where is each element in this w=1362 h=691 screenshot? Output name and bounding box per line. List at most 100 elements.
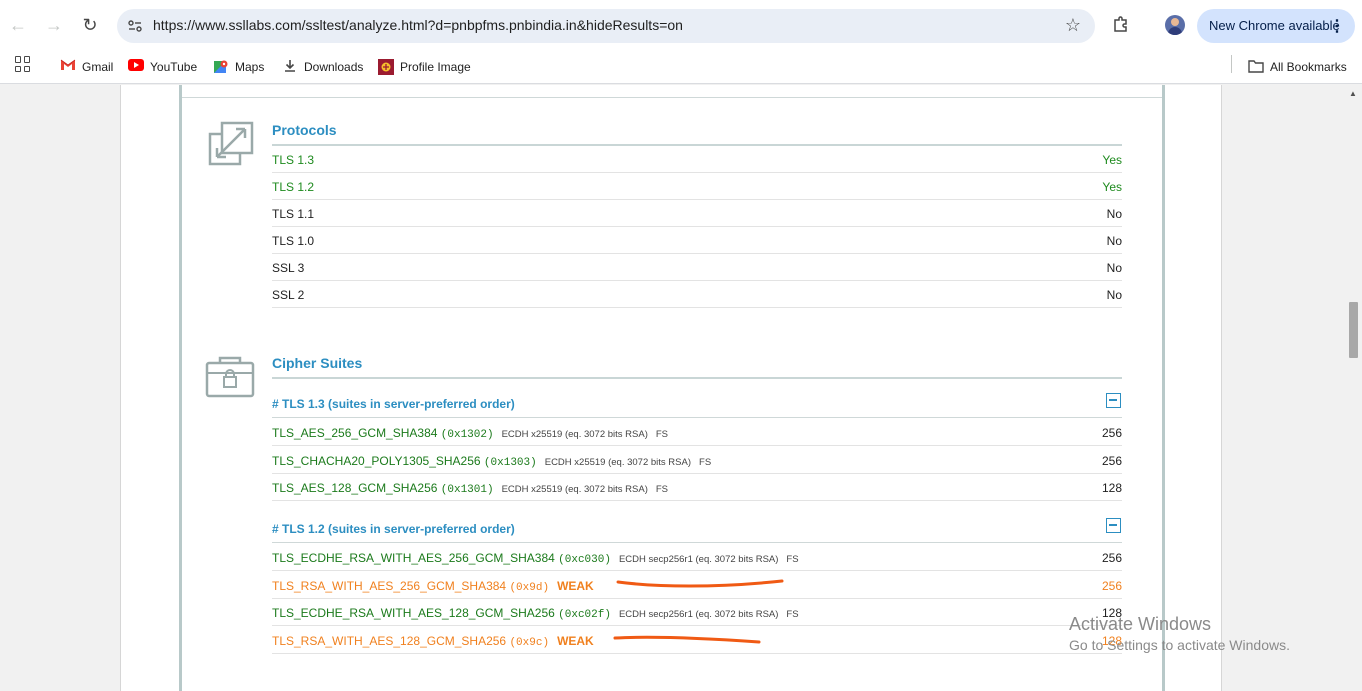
url-text[interactable]: https://www.ssllabs.com/ssltest/analyze.… — [153, 17, 683, 33]
cipher-strength-bits: 256 — [1101, 426, 1122, 440]
forward-secrecy-badge: FS — [786, 554, 799, 565]
cipher-suite-entry: TLS_AES_128_GCM_SHA256 (0x1301) ECDH x255… — [272, 481, 668, 496]
suite-name-text: TLS_ECDHE_RSA_WITH_AES_128_GCM_SHA256 — [272, 606, 555, 620]
key-exchange-text: ECDH x25519 (eq. 3072 bits RSA) — [501, 484, 648, 495]
back-arrow-icon[interactable]: ← — [6, 13, 30, 37]
tls-group-header: # TLS 1.3 (suites in server-preferred or… — [272, 390, 1122, 418]
protocol-row: TLS 1.1 No — [272, 200, 1122, 227]
protocol-support-value: Yes — [1102, 180, 1122, 194]
new-chrome-available-button[interactable]: New Chrome available ⋮ — [1197, 9, 1355, 43]
protocol-row: TLS 1.2 Yes — [272, 173, 1122, 200]
cipher-suite-row: TLS_ECDHE_RSA_WITH_AES_256_GCM_SHA384 (0… — [272, 544, 1122, 571]
protocol-name: SSL 3 — [272, 261, 305, 275]
more-menu-icon[interactable]: ⋮ — [1329, 16, 1345, 36]
protocol-row: TLS 1.3 Yes — [272, 146, 1122, 173]
browser-toolbar: ← → ↻ https://www.ssllabs.com/ssltest/an… — [0, 0, 1362, 50]
cipher-strength-bits: 128 — [1101, 606, 1122, 620]
annotation-underline-1 — [616, 579, 784, 588]
protocol-support-value: No — [1106, 234, 1122, 248]
bookmark-gmail[interactable]: Gmail — [60, 56, 113, 78]
weak-badge: WEAK — [557, 578, 594, 593]
protocol-row: SSL 3 No — [272, 254, 1122, 281]
key-exchange-text: ECDH secp256r1 (eq. 3072 bits RSA) — [618, 554, 779, 565]
suite-name-text: TLS_RSA_WITH_AES_128_GCM_SHA256 — [272, 633, 507, 648]
forward-arrow-icon[interactable]: → — [42, 13, 66, 37]
bookmark-downloads[interactable]: Downloads — [282, 56, 363, 78]
cipher-strength-bits: 256 — [1101, 578, 1122, 593]
suite-code-text: (0xc030) — [558, 554, 611, 566]
scroll-up-arrow-icon[interactable]: ▲ — [1349, 89, 1357, 98]
tls-group-heading[interactable]: # TLS 1.3 (suites in server-preferred or… — [272, 397, 515, 411]
reload-icon[interactable]: ↻ — [78, 13, 102, 37]
cipher-suite-row: TLS_AES_256_GCM_SHA384 (0x1302) ECDH x255… — [272, 419, 1122, 446]
forward-secrecy-badge: FS — [699, 456, 712, 468]
suite-name-text: TLS_CHACHA20_POLY1305_SHA256 — [272, 453, 481, 468]
apps-grid-icon[interactable] — [15, 56, 31, 72]
protocol-support-value: No — [1106, 207, 1122, 221]
key-exchange-text: ECDH x25519 (eq. 3072 bits RSA) — [501, 429, 648, 440]
cipher-suites-rule — [272, 377, 1122, 379]
cipher-strength-bits: 128 — [1101, 633, 1122, 648]
cipher-strength-bits: 256 — [1101, 551, 1122, 565]
cipher-suite-entry: TLS_RSA_WITH_AES_256_GCM_SHA384 (0x9d) WE… — [272, 579, 594, 594]
panel-divider — [182, 97, 1162, 98]
page-scrollbar[interactable]: ▲ — [1345, 85, 1362, 691]
protocol-name: TLS 1.3 — [272, 153, 315, 167]
collapse-minus-icon[interactable] — [1106, 518, 1121, 533]
suite-code-text: (0x9d) — [509, 581, 550, 594]
bookmark-maps[interactable]: Maps — [213, 56, 264, 78]
bookmark-profile-image[interactable]: Profile Image — [378, 56, 471, 78]
bookmarks-bar — [0, 50, 1362, 84]
profile-avatar[interactable] — [1165, 15, 1185, 35]
ssllabs-container: Protocols TLS 1.3 Yes TLS 1.2 Yes TLS 1.1 No T… — [120, 85, 1222, 691]
suite-code-text: (0xc02f) — [558, 609, 611, 621]
suite-name-text: TLS_AES_256_GCM_SHA384 — [272, 426, 438, 440]
protocol-name: TLS 1.0 — [272, 234, 315, 248]
cipher-strength-bits: 256 — [1101, 453, 1122, 468]
bookmark-star-icon[interactable]: ☆ — [1065, 15, 1081, 36]
cipher-suite-entry: TLS_ECDHE_RSA_WITH_AES_128_GCM_SHA256 (0… — [272, 606, 799, 621]
report-panel: Protocols TLS 1.3 Yes TLS 1.2 Yes TLS 1.1 No T… — [179, 85, 1165, 691]
cipher-suite-entry: TLS_CHACHA20_POLY1305_SHA256 (0x1303) ECD… — [272, 454, 711, 469]
protocol-name: TLS 1.2 — [272, 180, 315, 194]
folder-icon — [1248, 59, 1264, 75]
cipher-suite-row: TLS_CHACHA20_POLY1305_SHA256 (0x1303) ECD… — [272, 447, 1122, 474]
suite-code-text: (0x1301) — [440, 484, 494, 496]
address-bar[interactable]: https://www.ssllabs.com/ssltest/analyze.… — [117, 9, 1095, 43]
suite-name-text: TLS_ECDHE_RSA_WITH_AES_256_GCM_SHA384 — [272, 551, 555, 565]
bookmark-youtube[interactable]: YouTube — [128, 56, 197, 78]
cipher-suites-title: Cipher Suites — [272, 355, 363, 371]
annotation-underline-2 — [613, 635, 761, 644]
key-exchange-text: ECDH secp256r1 (eq. 3072 bits RSA) — [618, 609, 779, 620]
suite-name-text: TLS_AES_128_GCM_SHA256 — [272, 481, 438, 495]
protocol-name: SSL 2 — [272, 288, 305, 302]
gmail-icon — [60, 59, 76, 75]
maps-icon — [213, 59, 229, 75]
scrollbar-thumb[interactable] — [1349, 302, 1358, 358]
protocol-support-value: Yes — [1102, 153, 1122, 167]
protocol-row: TLS 1.0 No — [272, 227, 1122, 254]
cipher-suite-entry: TLS_AES_256_GCM_SHA384 (0x1302) ECDH x255… — [272, 426, 668, 441]
suite-name-text: TLS_RSA_WITH_AES_256_GCM_SHA384 — [272, 578, 507, 593]
forward-secrecy-badge: FS — [655, 484, 669, 495]
cipher-suite-entry: TLS_RSA_WITH_AES_128_GCM_SHA256 (0x9c) WE… — [272, 634, 594, 649]
suite-code-text: (0x1303) — [483, 456, 537, 469]
site-settings-icon[interactable] — [127, 18, 143, 34]
protocols-arrows-icon — [207, 120, 255, 168]
cipher-suite-row: TLS_AES_128_GCM_SHA256 (0x1301) ECDH x255… — [272, 474, 1122, 501]
protocols-title: Protocols — [272, 122, 337, 138]
cipher-suite-row: TLS_ECDHE_RSA_WITH_AES_128_GCM_SHA256 (0… — [272, 599, 1122, 626]
suite-code-text: (0x1302) — [440, 429, 494, 441]
extensions-icon[interactable] — [1112, 15, 1130, 33]
all-bookmarks-button[interactable]: All Bookmarks — [1248, 56, 1347, 78]
collapse-minus-icon[interactable] — [1106, 393, 1121, 408]
youtube-icon — [128, 59, 144, 75]
bookmarks-separator — [1231, 55, 1232, 73]
tls-group-heading[interactable]: # TLS 1.2 (suites in server-preferred or… — [272, 522, 515, 536]
suite-code-text: (0x9c) — [509, 636, 550, 649]
cipher-suite-entry: TLS_ECDHE_RSA_WITH_AES_256_GCM_SHA384 (0… — [272, 551, 799, 566]
download-icon — [282, 59, 298, 75]
cipher-suites-lock-icon — [205, 355, 255, 403]
update-label: New Chrome available — [1209, 18, 1340, 33]
key-exchange-text: ECDH x25519 (eq. 3072 bits RSA) — [544, 456, 692, 468]
